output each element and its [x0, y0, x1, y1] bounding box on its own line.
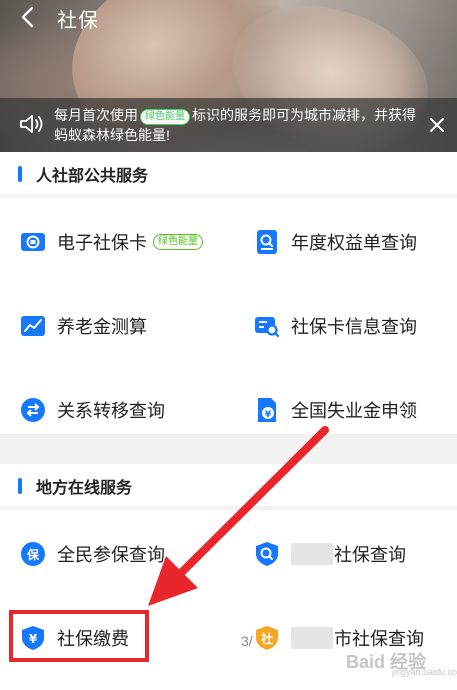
green-energy-notice: 每月首次使用 绿色能量 标识的服务即可为城市减排，并获得蚂蚁森林绿色能量! [0, 98, 457, 152]
service-item-social-query[interactable]: 社保查询 [254, 512, 406, 596]
service-item-pension-calc[interactable]: 养老金测算 [20, 284, 147, 368]
back-arrow-icon[interactable] [18, 6, 40, 28]
service-label: 电子社保卡 [57, 233, 147, 253]
green-energy-tag: 绿色能量 [153, 234, 203, 250]
service-label: 社保卡信息查询 [291, 317, 417, 337]
hero-banner: 社保 每月首次使用 绿色能量 标识的服务即可为城市减排，并获得蚂蚁森林绿色能量! [0, 0, 457, 152]
highlight-box [9, 610, 149, 662]
she-shield-icon: 社 [256, 626, 278, 650]
service-item-relation-transfer[interactable]: 关系转移查询 [20, 368, 165, 452]
page-title: 社保 [57, 10, 99, 32]
service-item-insurance-query[interactable]: 保 全民参保查询 [20, 512, 165, 596]
close-icon[interactable] [429, 117, 445, 133]
notice-text-before: 每月首次使用 [54, 107, 138, 123]
service-item-e-social-card[interactable]: 电子社保卡 绿色能量 [20, 200, 203, 284]
green-energy-badge: 绿色能量 [140, 109, 190, 125]
bao-shield-icon: 保 [21, 542, 45, 566]
service-label-text: 社保查询 [334, 545, 406, 565]
svg-text:保: 保 [26, 547, 40, 562]
card-search-icon [255, 317, 280, 338]
service-item-card-info[interactable]: 社保卡信息查询 [254, 284, 417, 368]
search-shield-icon [256, 542, 278, 566]
public-services-grid: 电子社保卡 绿色能量 年度权益单查询 养老金测算 社保卡信息查询 关系转移查询 … [0, 198, 457, 434]
service-label: 年度权益单查询 [291, 233, 417, 253]
section-title: 人社部公共服务 [36, 168, 149, 185]
yuan-document-icon: ¥ [258, 398, 276, 422]
section-marker [18, 478, 22, 494]
notice-message: 每月首次使用 绿色能量 标识的服务即可为城市减排，并获得蚂蚁森林绿色能量! [54, 105, 422, 145]
section-marker [18, 166, 22, 182]
speaker-icon [20, 115, 43, 133]
svg-text:社: 社 [260, 631, 273, 646]
blurred-text [291, 543, 333, 565]
service-item-unemployment[interactable]: ¥ 全国失业金申领 [254, 368, 417, 452]
top-bar: 社保 [0, 0, 457, 36]
service-label-text: 市社保查询 [334, 629, 424, 649]
document-search-icon [257, 230, 277, 254]
section-title: 地方在线服务 [36, 480, 133, 497]
blurred-text [291, 627, 333, 649]
svg-text:¥: ¥ [265, 410, 272, 420]
watermark-url: jingyan.baidu.com [392, 667, 457, 677]
page-index: 3/ [241, 633, 253, 649]
transfer-arrows-icon [21, 398, 45, 422]
section-header: 人社部公共服务 [0, 152, 457, 194]
service-label: 全民参保查询 [57, 545, 165, 565]
chart-line-icon [21, 316, 45, 336]
service-label: 关系转移查询 [57, 401, 165, 421]
service-item-annual-statement[interactable]: 年度权益单查询 [254, 200, 417, 284]
service-label: 养老金测算 [57, 317, 147, 337]
social-card-icon [21, 233, 45, 251]
section-header: 地方在线服务 [0, 464, 457, 506]
service-label: 社保查询 [291, 541, 406, 567]
service-label: 全国失业金申领 [291, 401, 417, 421]
